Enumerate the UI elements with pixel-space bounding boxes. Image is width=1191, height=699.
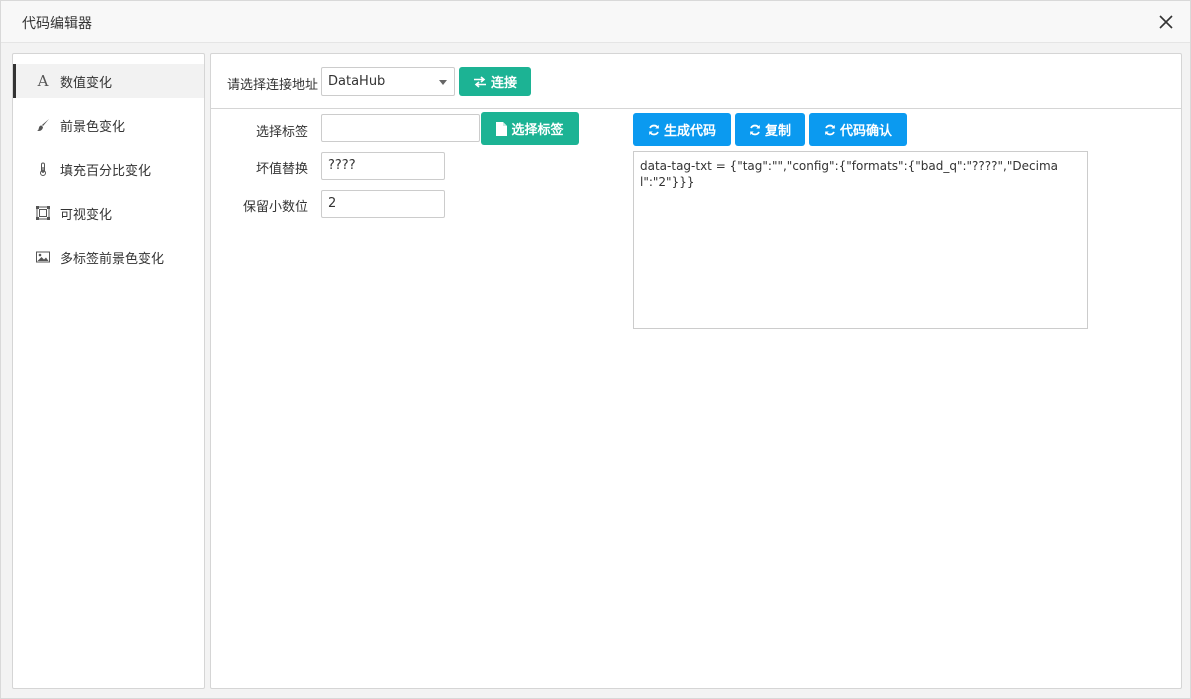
exchange-icon [473,75,486,88]
sidebar-item-value-change[interactable]: A 数值变化 [13,64,204,98]
refresh-icon [649,124,659,135]
connect-button[interactable]: 连接 [459,67,531,96]
file-icon [496,121,508,136]
sidebar-item-label: 填充百分比变化 [60,163,152,179]
generate-code-button[interactable]: 生成代码 [633,113,731,146]
window-title: 代码编辑器 [22,16,92,32]
decimal-input[interactable]: 2 [321,190,445,218]
brush-icon [35,117,51,133]
confirm-code-button[interactable]: 代码确认 [809,113,907,146]
refresh-icon [750,124,760,135]
copy-button[interactable]: 复制 [735,113,805,146]
tag-input[interactable] [321,114,480,142]
sidebar-item-label: 前景色变化 [60,119,126,135]
sidebar-item-label: 数值变化 [60,75,113,91]
connection-select-value: DataHub [328,74,386,89]
sidebar-item-foreground-color[interactable]: 前景色变化 [13,108,204,142]
tag-label: 选择标签 [255,125,308,140]
close-button[interactable] [1156,12,1176,32]
sidebar: A 数值变化 前景色变化 填充百分比变化 可视变化 多标签前景色变化 [12,53,205,689]
sidebar-item-multi-tag-color[interactable]: 多标签前景色变化 [13,240,204,274]
font-icon: A [37,72,49,90]
select-tag-button[interactable]: 选择标签 [481,112,579,145]
decimal-label: 保留小数位 [242,200,308,215]
copy-button-label: 复制 [764,124,791,139]
chevron-down-icon [439,80,447,85]
close-icon [1159,15,1173,29]
connection-select[interactable]: DataHub [321,67,455,96]
generate-code-label: 生成代码 [663,124,716,139]
decimal-input-value: 2 [328,196,337,211]
title-bar: 代码编辑器 [1,1,1190,43]
sidebar-item-visibility[interactable]: 可视变化 [13,196,204,230]
thermometer-icon [35,161,51,177]
bad-value-input[interactable]: ???? [321,152,445,180]
bad-value-label: 坏值替换 [255,162,308,177]
refresh-icon [825,124,835,135]
sidebar-item-label: 可视变化 [60,207,113,223]
visibility-frame-icon [35,205,51,221]
select-tag-button-label: 选择标签 [511,123,564,138]
connection-bar: 请选择连接地址 DataHub 连接 [211,54,1181,109]
connection-label: 请选择连接地址 [227,78,319,93]
main-panel: 请选择连接地址 DataHub 连接 选择标签 选择标签 坏值替换 ???? 保… [210,53,1182,689]
bad-value-input-value: ???? [328,158,356,173]
image-icon [35,249,51,265]
confirm-code-label: 代码确认 [839,124,892,139]
code-editor-window: 代码编辑器 A 数值变化 前景色变化 填充百分比变化 可视变化 多标签前景色变化… [0,0,1191,699]
code-output-textarea[interactable]: data-tag-txt = {"tag":"","config":{"form… [633,151,1088,329]
connect-button-label: 连接 [490,76,517,91]
sidebar-item-label: 多标签前景色变化 [60,251,165,267]
sidebar-item-fill-percent[interactable]: 填充百分比变化 [13,152,204,186]
